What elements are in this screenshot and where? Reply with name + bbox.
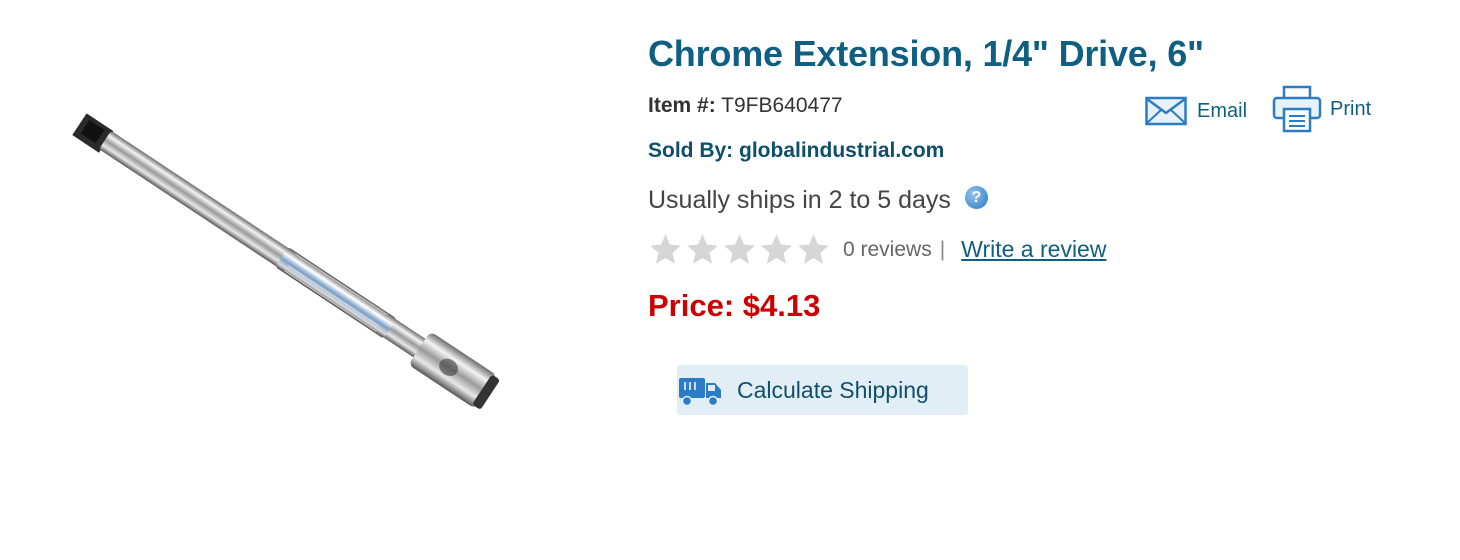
item-number-value: T9FB640477 [721, 94, 843, 117]
envelope-icon [1145, 96, 1187, 126]
item-number-row: Item #: T9FB640477 [648, 94, 843, 118]
product-image[interactable] [50, 90, 630, 490]
calculate-shipping-label: Calculate Shipping [737, 376, 929, 403]
star-icon[interactable] [796, 232, 831, 267]
truck-icon [679, 378, 721, 407]
reviews-count[interactable]: 0 reviews [843, 238, 932, 262]
star-icon[interactable] [722, 232, 757, 267]
write-review-link[interactable]: Write a review [961, 236, 1106, 263]
product-title: Chrome Extension, 1/4" Drive, 6" [648, 33, 1204, 74]
print-label: Print [1330, 97, 1372, 120]
question-icon[interactable]: ? [964, 186, 988, 209]
print-button[interactable]: Print [1272, 85, 1371, 133]
email-button[interactable]: Email [1145, 95, 1247, 127]
item-number-label: Item #: [648, 94, 716, 117]
star-icon[interactable] [685, 232, 720, 267]
printer-icon [1272, 85, 1322, 133]
shipping-time-text: Usually ships in 2 to 5 days [648, 186, 951, 214]
email-label: Email [1197, 99, 1248, 122]
sold-by: Sold By: globalindustrial.com [648, 139, 945, 162]
shipping-time-row: Usually ships in 2 to 5 days ? [648, 186, 988, 215]
star-icon[interactable] [759, 232, 794, 267]
separator: | [939, 237, 946, 261]
calculate-shipping-button[interactable]: Calculate Shipping [677, 365, 968, 415]
star-rating[interactable] [648, 232, 833, 267]
rating-row: 0 reviews | Write a review [648, 232, 1106, 267]
star-icon[interactable] [648, 232, 683, 267]
socket-extension-image [72, 113, 500, 409]
price: Price: $4.13 [648, 288, 821, 323]
